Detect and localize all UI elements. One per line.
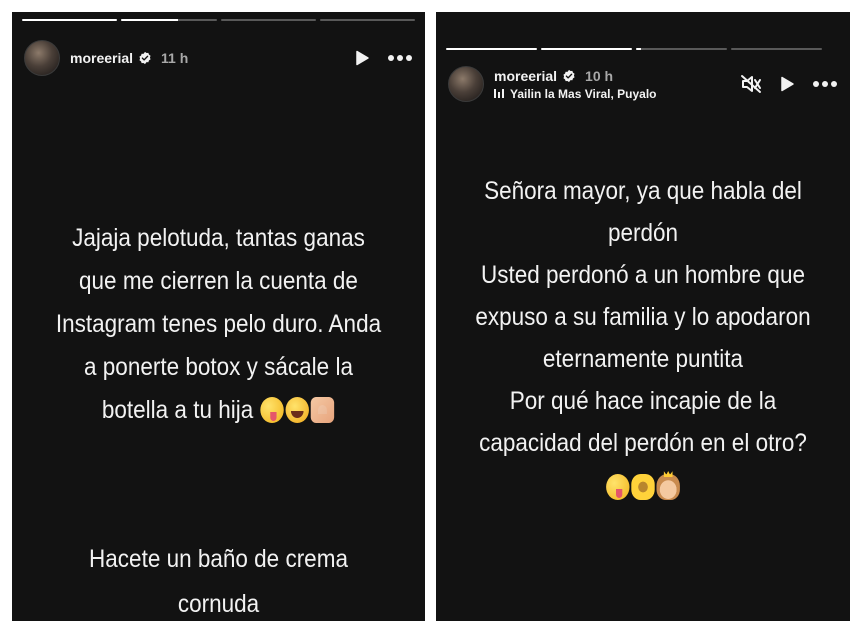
story-progress-bars (22, 19, 415, 21)
caption-line: Hacete un baño de crema (89, 545, 348, 573)
caption-line: Señora mayor, ya que habla del (484, 177, 802, 205)
progress-bar (319, 19, 415, 21)
story-header: moreerial 11 h (24, 40, 413, 76)
music-track[interactable]: Yailin la Mas Viral, Puyalo (494, 87, 657, 101)
more-icon[interactable] (387, 54, 413, 62)
story-header: moreerial 10 h Yailin la Mas Viral, Puya… (448, 64, 838, 104)
progress-bar (220, 19, 316, 21)
avatar[interactable] (448, 66, 484, 102)
caption-line: perdón (607, 219, 679, 247)
progress-bar (731, 48, 822, 50)
story-caption-main: Señora mayor, ya que habla del perdón Us… (436, 170, 850, 508)
caption-line-with-emojis: botella a tu hija (33, 389, 405, 432)
caption-line: Usted perdonó a un hombre que (481, 261, 805, 289)
story-caption-main: Jajaja pelotuda, tantas ganas que me cie… (12, 217, 425, 432)
caption-line: botella a tu hija (101, 396, 254, 424)
story-caption-bottom: Hacete un baño de crema cornuda (12, 537, 425, 621)
avatar[interactable] (24, 40, 60, 76)
progress-bar (446, 48, 537, 50)
story-controls (740, 64, 838, 104)
winking-tongue-emoji (606, 474, 630, 500)
caption-line: Jajaja pelotuda, tantas ganas (72, 224, 365, 252)
play-icon[interactable] (353, 49, 371, 67)
princess-emoji (656, 474, 680, 500)
zany-face-emoji (260, 397, 284, 423)
progress-bar (22, 19, 118, 21)
caption-line: a ponerte botox y sácale la (84, 353, 353, 381)
username[interactable]: moreerial (494, 68, 557, 84)
sunflower-emoji (631, 474, 655, 500)
tears-of-joy-emoji (285, 397, 310, 423)
progress-bar (121, 19, 217, 21)
emoji-line (457, 466, 830, 508)
caption-line: Por qué hace incapie de la (509, 387, 777, 415)
muted-icon[interactable] (740, 74, 762, 94)
progress-bar (541, 48, 632, 50)
story-controls (353, 40, 413, 76)
progress-bar (636, 48, 727, 50)
story-panel-right[interactable]: moreerial 10 h Yailin la Mas Viral, Puya… (436, 12, 850, 621)
verified-badge-icon (563, 69, 575, 82)
heart-hands-emoji (310, 397, 335, 423)
caption-line: cornuda (177, 590, 260, 618)
story-meta: moreerial 11 h (70, 50, 188, 66)
story-panel-left[interactable]: moreerial 11 h Jajaja pelotuda, tantas g… (12, 12, 425, 621)
caption-line: Instagram tenes pelo duro. Anda (55, 310, 382, 338)
play-icon[interactable] (778, 75, 796, 93)
verified-badge-icon (139, 51, 151, 65)
story-progress-bars (446, 48, 822, 50)
caption-line: que me cierren la cuenta de (79, 267, 358, 295)
username[interactable]: moreerial (70, 50, 133, 66)
story-meta: moreerial 10 h Yailin la Mas Viral, Puya… (494, 68, 657, 101)
music-track-label: Yailin la Mas Viral, Puyalo (510, 86, 657, 101)
post-time: 10 h (585, 67, 614, 84)
more-icon[interactable] (812, 80, 838, 88)
caption-line: expuso a su familia y lo apodaron (475, 303, 811, 331)
caption-line: capacidad del perdón en el otro? (479, 429, 807, 457)
post-time: 11 h (161, 50, 189, 66)
music-bars-icon (494, 89, 504, 98)
caption-line: eternamente puntita (542, 345, 744, 373)
